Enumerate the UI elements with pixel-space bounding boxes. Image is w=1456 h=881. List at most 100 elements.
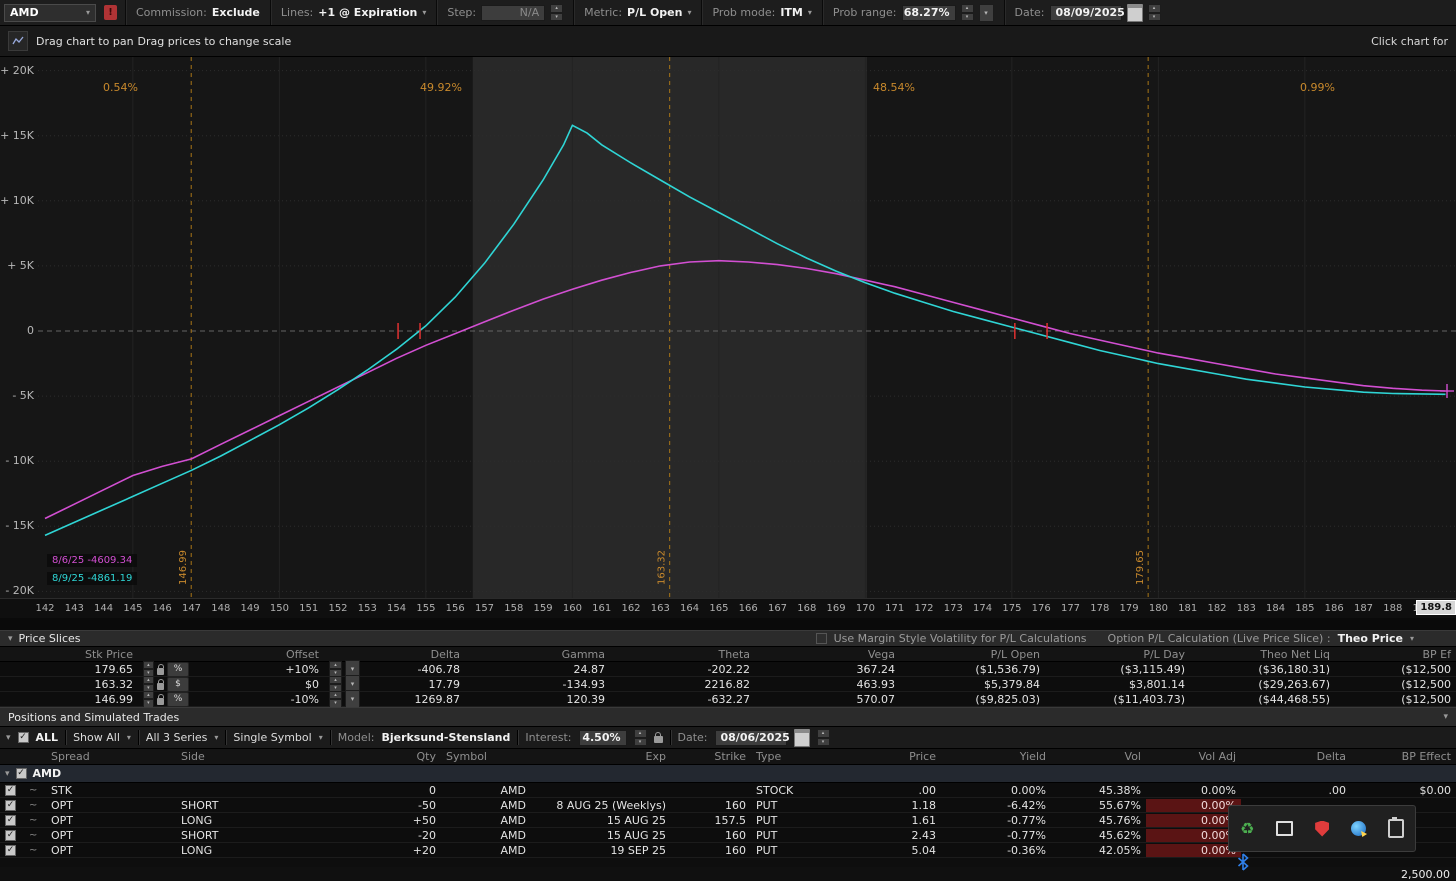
lock-icon[interactable]	[653, 732, 663, 743]
metric-value[interactable]: P/L Open	[627, 6, 682, 19]
offset-unit-toggle[interactable]: %	[167, 691, 189, 707]
column-header[interactable]: Gamma	[465, 648, 610, 661]
chart-divider	[0, 618, 1456, 630]
model-label: Model:	[337, 731, 375, 744]
date-stepper[interactable]: ▴ ▾	[1147, 4, 1161, 21]
symbol-group-row[interactable]: ▾ ✓ AMD	[0, 765, 1456, 783]
all-checkbox[interactable]: ✓	[17, 732, 29, 743]
column-header[interactable]: Delta	[368, 648, 465, 661]
column-header[interactable]: Offset	[194, 648, 324, 661]
risk-profile-chart[interactable]: 146.99 163.32 179.65 + 20K + 15K + 10K + 5K 0-…	[0, 57, 1456, 598]
collapse-chevron-icon[interactable]: ▾	[6, 733, 11, 743]
calendar-icon[interactable]	[793, 728, 810, 747]
stepper-control[interactable]: ▴ ▾	[329, 690, 342, 708]
commission-label: Commission:	[136, 6, 207, 19]
calendar-icon[interactable]	[1126, 3, 1143, 22]
clipboard-icon[interactable]	[1387, 817, 1404, 838]
row-checkbox[interactable]: ✓	[5, 799, 16, 811]
collapse-chevron-icon[interactable]: ▾	[1443, 712, 1448, 722]
offset-unit-toggle[interactable]: %	[167, 661, 189, 677]
price-axis[interactable]: 142 143 144 145 146 147 148 149 150 151 152 153 154 1…	[0, 598, 1456, 618]
x-axis-tick: 146	[152, 603, 172, 614]
x-axis-tick: 153	[357, 603, 377, 614]
column-header[interactable]: Stk Price	[0, 648, 138, 661]
row-checkbox[interactable]: ✓	[5, 844, 16, 856]
column-header[interactable]: P/L Day	[1045, 648, 1190, 661]
column-header[interactable]: Theta	[610, 648, 755, 661]
lock-icon[interactable]	[156, 663, 164, 675]
lines-value[interactable]: +1 @ Expiration	[318, 6, 417, 19]
column-header[interactable]: Side	[176, 750, 381, 763]
symbol-mode-dropdown[interactable]: Single Symbol	[233, 731, 311, 744]
offset-unit-toggle[interactable]: $	[167, 676, 189, 692]
column-header[interactable]: P/L Open	[900, 648, 1045, 661]
column-header[interactable]: Spread	[46, 750, 176, 763]
column-header[interactable]: Price	[851, 750, 941, 763]
calc-value[interactable]: Theo Price	[1338, 632, 1403, 645]
column-header[interactable]: Vega	[755, 648, 900, 661]
vol-adj-value: 0.00%	[1146, 843, 1241, 857]
column-header[interactable]: BP Ef	[1335, 648, 1456, 661]
recycle-icon[interactable]: ♻	[1240, 820, 1254, 837]
column-header[interactable]: Strike	[671, 750, 751, 763]
positions-date-stepper[interactable]: ▴ ▾	[816, 729, 830, 746]
group-checkbox[interactable]: ✓	[15, 768, 27, 779]
x-axis-tick: 181	[1178, 603, 1198, 614]
lock-icon[interactable]	[156, 693, 164, 705]
prob-range-input[interactable]: 68.27%	[901, 4, 956, 21]
chart-mode-icon[interactable]	[8, 31, 28, 51]
lines-group: Lines: +1 @ Expiration ▾	[269, 0, 436, 25]
step-stepper[interactable]: ▴ ▾	[550, 4, 564, 21]
pl-chart-canvas[interactable]: 146.99 163.32 179.65	[0, 57, 1456, 598]
bp-eff-value: ($12,500	[1401, 677, 1451, 691]
window-icon[interactable]	[1276, 821, 1294, 836]
positions-section-header: Positions and Simulated Trades ▾	[0, 707, 1456, 727]
price-slice-row[interactable]: 163.32 ▴ ▾ $ $0 ▴ ▾ ▾ 17.79 -134.93 2216.82 463.93 $…	[0, 675, 1456, 693]
collapse-chevron-icon[interactable]: ▾	[8, 634, 13, 644]
positions-date-input[interactable]: 08/06/2025	[714, 729, 790, 746]
spread-value: STK	[51, 783, 72, 797]
column-header[interactable]: Qty	[381, 750, 441, 763]
row-checkbox[interactable]: ✓	[5, 784, 16, 796]
column-header[interactable]: Vol Adj	[1146, 750, 1241, 763]
metric-group: Metric: P/L Open ▾	[573, 0, 701, 25]
bluetooth-icon[interactable]	[1236, 853, 1250, 871]
show-all-dropdown[interactable]: Show All	[73, 731, 120, 744]
pl-open-value: ($9,825.03)	[975, 692, 1040, 706]
dropdown-button[interactable]: ▾	[345, 690, 360, 708]
prob-mode-value[interactable]: ITM	[780, 6, 803, 19]
pl-day-value: ($3,115.49)	[1120, 662, 1185, 676]
graphics-settings-icon[interactable]	[1351, 821, 1367, 836]
symbol-combo[interactable]: AMD ▾	[4, 3, 96, 22]
interest-input[interactable]: 4.50%	[578, 729, 627, 746]
column-header[interactable]: BP Effect	[1351, 750, 1456, 763]
step-input[interactable]: N/A	[481, 4, 546, 21]
column-header[interactable]: Exp	[531, 750, 671, 763]
column-header[interactable]: Theo Net Liq	[1190, 648, 1335, 661]
position-row[interactable]: ✓ ~ STK 0 AMD STOCK .00 0.00% 45.38% 0.00% .00 $0.0…	[0, 783, 1456, 798]
alert-icon[interactable]: !	[104, 5, 117, 20]
series-dropdown[interactable]: All 3 Series	[146, 731, 207, 744]
lock-icon[interactable]	[156, 678, 164, 690]
prob-range-dropdown[interactable]: ▾	[978, 3, 994, 22]
row-checkbox[interactable]: ✓	[5, 814, 16, 826]
interest-stepper[interactable]: ▴ ▾	[633, 729, 647, 746]
column-header[interactable]: Delta	[1241, 750, 1351, 763]
collapse-chevron-icon[interactable]: ▾	[5, 769, 10, 779]
prob-range-stepper[interactable]: ▴ ▾	[960, 4, 974, 21]
column-header[interactable]: Yield	[941, 750, 1051, 763]
prob-range-group: Prob range: 68.27% ▴ ▾ ▾	[821, 0, 1004, 25]
column-header[interactable]: Type	[751, 750, 851, 763]
yield-value: -0.36%	[1007, 843, 1046, 857]
margin-style-checkbox[interactable]	[815, 633, 827, 644]
column-header[interactable]: Symbol	[441, 750, 531, 763]
row-checkbox[interactable]: ✓	[5, 829, 16, 841]
price-slice-row[interactable]: 146.99 ▴ ▾% -10% ▴ ▾ ▾ 1269.87 120.39 -632.27 570.…	[0, 690, 1456, 708]
model-value[interactable]: Bjerksund-Stensland	[381, 731, 510, 744]
stepper-control[interactable]: ▴ ▾	[143, 690, 154, 708]
commission-value[interactable]: Exclude	[212, 6, 260, 19]
column-header[interactable]: Vol	[1051, 750, 1146, 763]
price-slice-row[interactable]: 179.65 ▴ ▾% +10% ▴ ▾ ▾ -406.78 24.87 -202.22 367.2…	[0, 660, 1456, 678]
date-input[interactable]: 08/09/2025	[1049, 4, 1125, 21]
shield-icon[interactable]	[1315, 820, 1330, 837]
